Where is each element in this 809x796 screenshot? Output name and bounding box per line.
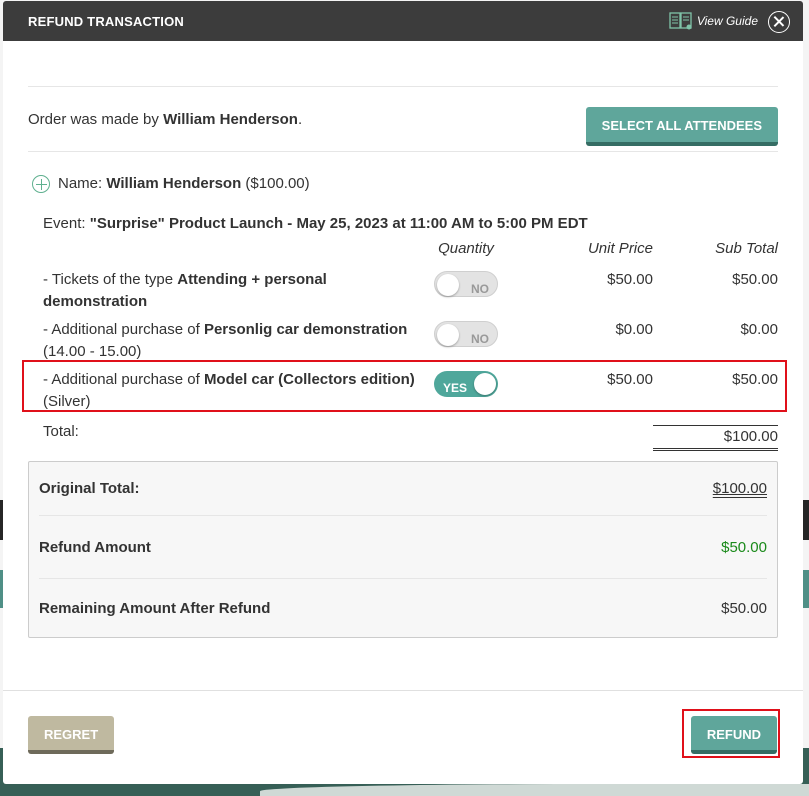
order-suffix: . (297, 110, 303, 128)
event-line: Event: "Surprise" Product Launch - May 2… (28, 214, 778, 241)
quantity-cell: NO (416, 269, 516, 319)
modal-header: REFUND TRANSACTION View Guide (3, 1, 803, 41)
attendee-row[interactable]: Name: William Henderson ($100.00) (28, 152, 778, 214)
close-icon[interactable] (768, 11, 790, 33)
refund-highlight-outline (682, 709, 780, 758)
order-info-row: Order was made by William Henderson. SEL… (28, 87, 778, 151)
table-row: - Tickets of the type Attending + person… (28, 269, 778, 319)
quantity-toggle[interactable]: NO (434, 321, 498, 347)
total-row: Total: $100.00 (28, 419, 778, 461)
modal-body: Order was made by William Henderson. SEL… (3, 41, 803, 638)
view-guide-label: View Guide (696, 14, 758, 28)
attendee-amount: ($100.00) (245, 174, 310, 192)
unit-price: $50.00 (607, 271, 653, 288)
attendee-name: William Henderson (106, 174, 242, 192)
item-suffix: (14.00 - 15.00) (43, 343, 142, 360)
header-unit-price: Unit Price (587, 240, 653, 257)
item-prefix: - Tickets of the type (43, 271, 178, 288)
toggle-knob (437, 274, 459, 296)
order-customer: William Henderson (163, 110, 298, 128)
item-description: - Tickets of the type Attending + person… (28, 269, 416, 319)
sub-total: $50.00 (732, 271, 778, 288)
header-description (28, 241, 416, 269)
book-icon (669, 12, 692, 30)
order-prefix: Order was made by (28, 110, 164, 128)
summary-row-remaining: Remaining Amount After Refund $50.00 (39, 579, 767, 637)
modal-title: REFUND TRANSACTION (28, 13, 184, 29)
refund-amount-value: $50.00 (721, 538, 767, 556)
original-total-value: $100.00 (712, 480, 767, 497)
refund-summary: Original Total: $100.00 Refund Amount $5… (28, 461, 778, 638)
total-value: $100.00 (653, 425, 778, 451)
footer-divider (3, 690, 803, 691)
summary-row-original: Original Total: $100.00 (39, 462, 767, 516)
quantity-toggle[interactable]: NO (434, 271, 498, 297)
regret-button[interactable]: REGRET (28, 716, 115, 754)
order-info: Order was made by William Henderson. (28, 111, 302, 128)
header-quantity: Quantity (438, 240, 494, 257)
event-label: Event: (43, 215, 90, 232)
toggle-knob (437, 324, 459, 346)
attendee-name-label: Name: (58, 174, 103, 192)
total-label: Total: (43, 423, 79, 440)
refund-amount-label: Refund Amount (39, 538, 151, 556)
top-spacer (28, 41, 778, 86)
background-wave (260, 784, 809, 796)
table-header: Quantity Unit Price Sub Total (28, 241, 778, 269)
header-sub-total: Sub Total (715, 240, 778, 257)
summary-row-refund: Refund Amount $50.00 (39, 516, 767, 579)
item-name: Personlig car demonstration (203, 321, 408, 338)
expand-plus-icon[interactable] (32, 175, 50, 193)
original-total-label: Original Total: (39, 480, 140, 497)
remaining-amount-value: $50.00 (721, 599, 767, 617)
event-name: "Surprise" Product Launch - May 25, 2023… (89, 215, 588, 232)
toggle-label: NO (471, 282, 489, 296)
toggle-label: NO (471, 332, 489, 346)
item-prefix: - Additional purchase of (43, 321, 204, 338)
select-all-attendees-button[interactable]: SELECT ALL ATTENDEES (585, 107, 778, 146)
view-guide-link[interactable]: View Guide (669, 12, 758, 30)
highlight-outline (22, 360, 787, 412)
remaining-amount-label: Remaining Amount After Refund (39, 599, 271, 617)
